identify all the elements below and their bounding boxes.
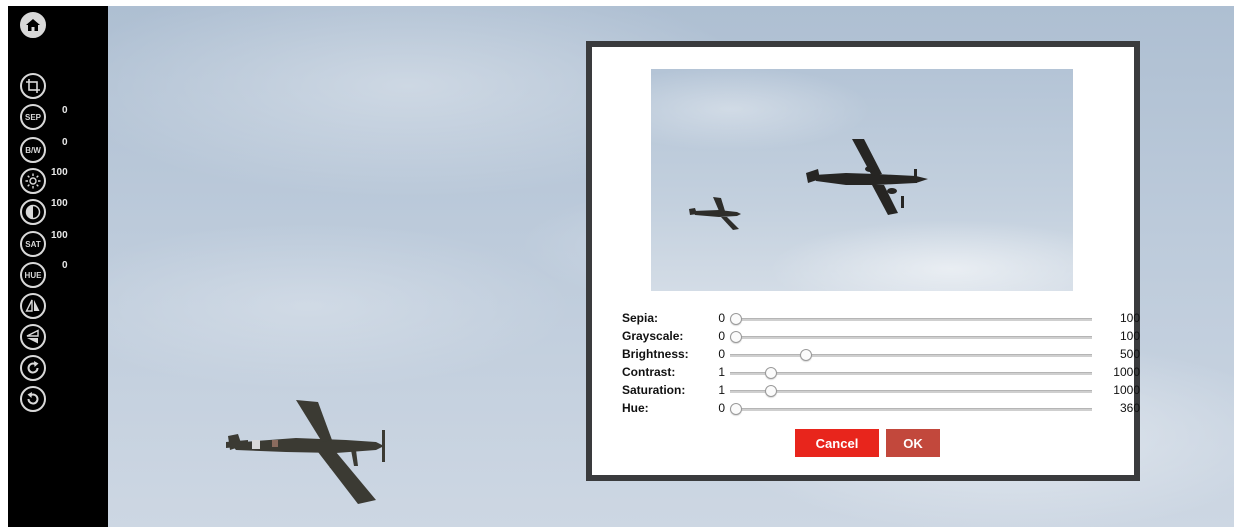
contrast-value: 100 <box>51 198 68 209</box>
hue-slider-thumb[interactable] <box>730 403 742 415</box>
contrast-icon <box>25 204 41 220</box>
grayscale-label: Grayscale: <box>622 329 684 343</box>
hue-button-label: HUE <box>24 270 42 280</box>
saturation-slider[interactable] <box>730 385 1092 397</box>
flip-vertical-icon[interactable] <box>20 324 46 350</box>
grayscale-max-value: 100 <box>1119 329 1140 343</box>
grayscale-value: 0 <box>62 137 68 148</box>
ok-button[interactable]: OK <box>886 429 940 457</box>
hue-label: Hue: <box>622 401 649 415</box>
contrast-slider[interactable] <box>730 367 1092 379</box>
sepia-slider[interactable] <box>730 313 1092 325</box>
airplane-image <box>226 400 385 504</box>
saturation-max-value: 1000 <box>1113 383 1140 397</box>
contrast-slider-thumb[interactable] <box>764 367 777 379</box>
brightness-button[interactable] <box>20 168 46 194</box>
airplane-image <box>806 139 928 215</box>
contrast-max-value: 1000 <box>1113 365 1140 379</box>
grayscale-button-label: B/W <box>25 145 41 155</box>
sun-icon <box>25 173 41 189</box>
grayscale-slider-thumb[interactable] <box>730 331 742 343</box>
saturation-button[interactable]: SAT <box>20 231 46 257</box>
saturation-min-value: 1 <box>718 383 725 397</box>
hue-button[interactable]: HUE <box>20 262 46 288</box>
saturation-button-label: SAT <box>25 239 41 249</box>
contrast-label: Contrast: <box>622 365 676 379</box>
rotate-clockwise-icon[interactable] <box>20 355 46 381</box>
sepia-max-value: 100 <box>1119 311 1140 325</box>
grayscale-button[interactable]: B/W <box>20 137 46 163</box>
adjustments-dialog: Sepia: 0 100 Grayscale: 0 100 Brightness: 0 500 C… <box>586 41 1140 481</box>
crop-icon[interactable] <box>20 73 46 99</box>
right-edge <box>1234 6 1244 527</box>
saturation-value: 100 <box>51 230 68 241</box>
contrast-button[interactable] <box>20 199 46 225</box>
brightness-value: 100 <box>51 167 68 178</box>
sepia-value: 0 <box>62 105 68 116</box>
saturation-label: Saturation: <box>622 383 686 397</box>
sepia-min-value: 0 <box>718 311 725 325</box>
contrast-slider-row: Contrast: 1 1000 <box>622 365 1140 381</box>
cancel-button[interactable]: Cancel <box>795 429 879 457</box>
sepia-label: Sepia: <box>622 311 659 325</box>
rotate-counterclockwise-icon[interactable] <box>20 386 46 412</box>
brightness-slider-thumb[interactable] <box>800 349 812 361</box>
sepia-button-label: SEP <box>24 112 41 122</box>
brightness-min-value: 0 <box>718 347 725 361</box>
hue-min-value: 0 <box>718 401 725 415</box>
saturation-slider-row: Saturation: 1 1000 <box>622 383 1140 399</box>
sepia-button[interactable]: SEP <box>20 104 46 130</box>
saturation-slider-thumb[interactable] <box>764 385 777 397</box>
contrast-min-value: 1 <box>718 365 725 379</box>
brightness-slider[interactable] <box>730 349 1092 361</box>
hue-value: 0 <box>62 260 68 271</box>
brightness-label: Brightness: <box>622 347 689 361</box>
hue-slider[interactable] <box>730 403 1092 415</box>
left-toolbar: SEP 0 B/W 0 100 100 SAT 100 HUE 0 <box>8 6 108 527</box>
brightness-max-value: 500 <box>1119 347 1140 361</box>
hue-max-value: 360 <box>1119 401 1140 415</box>
grayscale-slider-row: Grayscale: 0 100 <box>622 329 1140 345</box>
hue-slider-row: Hue: 0 360 <box>622 401 1140 417</box>
sepia-slider-row: Sepia: 0 100 <box>622 311 1140 327</box>
home-icon[interactable] <box>20 12 46 38</box>
grayscale-min-value: 0 <box>718 329 725 343</box>
preview-image <box>651 69 1073 291</box>
grayscale-slider[interactable] <box>730 331 1092 343</box>
brightness-slider-row: Brightness: 0 500 <box>622 347 1140 363</box>
flip-horizontal-icon[interactable] <box>20 293 46 319</box>
sepia-slider-thumb[interactable] <box>730 313 742 325</box>
airplane-image <box>689 197 741 230</box>
